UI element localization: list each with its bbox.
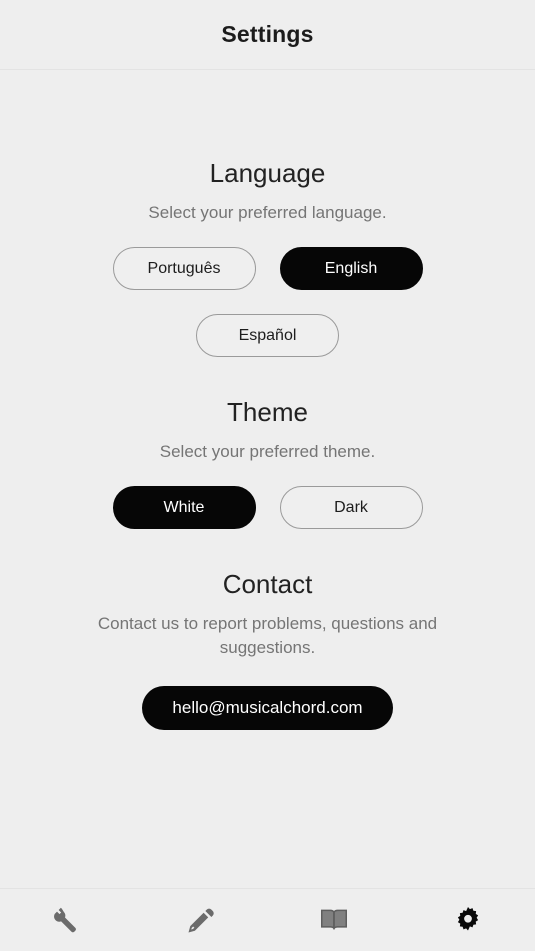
theme-option-label: Dark: [334, 498, 368, 516]
language-section-title: Language: [209, 158, 326, 188]
theme-option-label: White: [163, 498, 205, 516]
contact-email-button[interactable]: hello@musicalchord.com: [142, 686, 393, 730]
nav-item-book[interactable]: [268, 889, 402, 951]
book-icon: [319, 905, 349, 935]
theme-option-dark[interactable]: Dark: [279, 486, 423, 529]
contact-section-subtitle: Contact us to report problems, questions…: [97, 614, 438, 657]
theme-options: White Dark: [98, 486, 438, 529]
settings-screen: Settings Language Select your preferred …: [0, 0, 535, 951]
language-section: Language Select your preferred language.…: [0, 158, 535, 357]
app-header: Settings: [0, 0, 535, 70]
language-section-subtitle: Select your preferred language.: [148, 203, 387, 222]
contact-email-wrap: hello@musicalchord.com: [0, 686, 535, 730]
language-option-label: Español: [238, 326, 297, 344]
theme-section-title: Theme: [227, 397, 308, 427]
nav-item-tools[interactable]: [0, 889, 134, 951]
contact-section-title: Contact: [222, 569, 313, 599]
gear-icon: [453, 905, 483, 935]
nav-item-settings[interactable]: [401, 889, 535, 951]
theme-section-subtitle: Select your preferred theme.: [159, 442, 376, 461]
pencil-icon: [186, 905, 216, 935]
nav-item-pencil[interactable]: [134, 889, 268, 951]
contact-section: Contact Contact us to report problems, q…: [0, 569, 535, 730]
tools-icon: [52, 905, 82, 935]
language-option-portugues[interactable]: Português: [112, 247, 256, 290]
language-options: Português English Español: [98, 247, 438, 357]
settings-content: Language Select your preferred language.…: [0, 70, 535, 888]
language-option-english[interactable]: English: [279, 247, 423, 290]
page-title: Settings: [221, 21, 314, 47]
language-option-espanol[interactable]: Español: [196, 314, 339, 357]
bottom-navigation: [0, 888, 535, 951]
theme-section: Theme Select your preferred theme. White…: [0, 397, 535, 529]
theme-option-white[interactable]: White: [112, 486, 256, 529]
language-option-label: Português: [147, 259, 221, 277]
language-option-label: English: [324, 259, 378, 277]
